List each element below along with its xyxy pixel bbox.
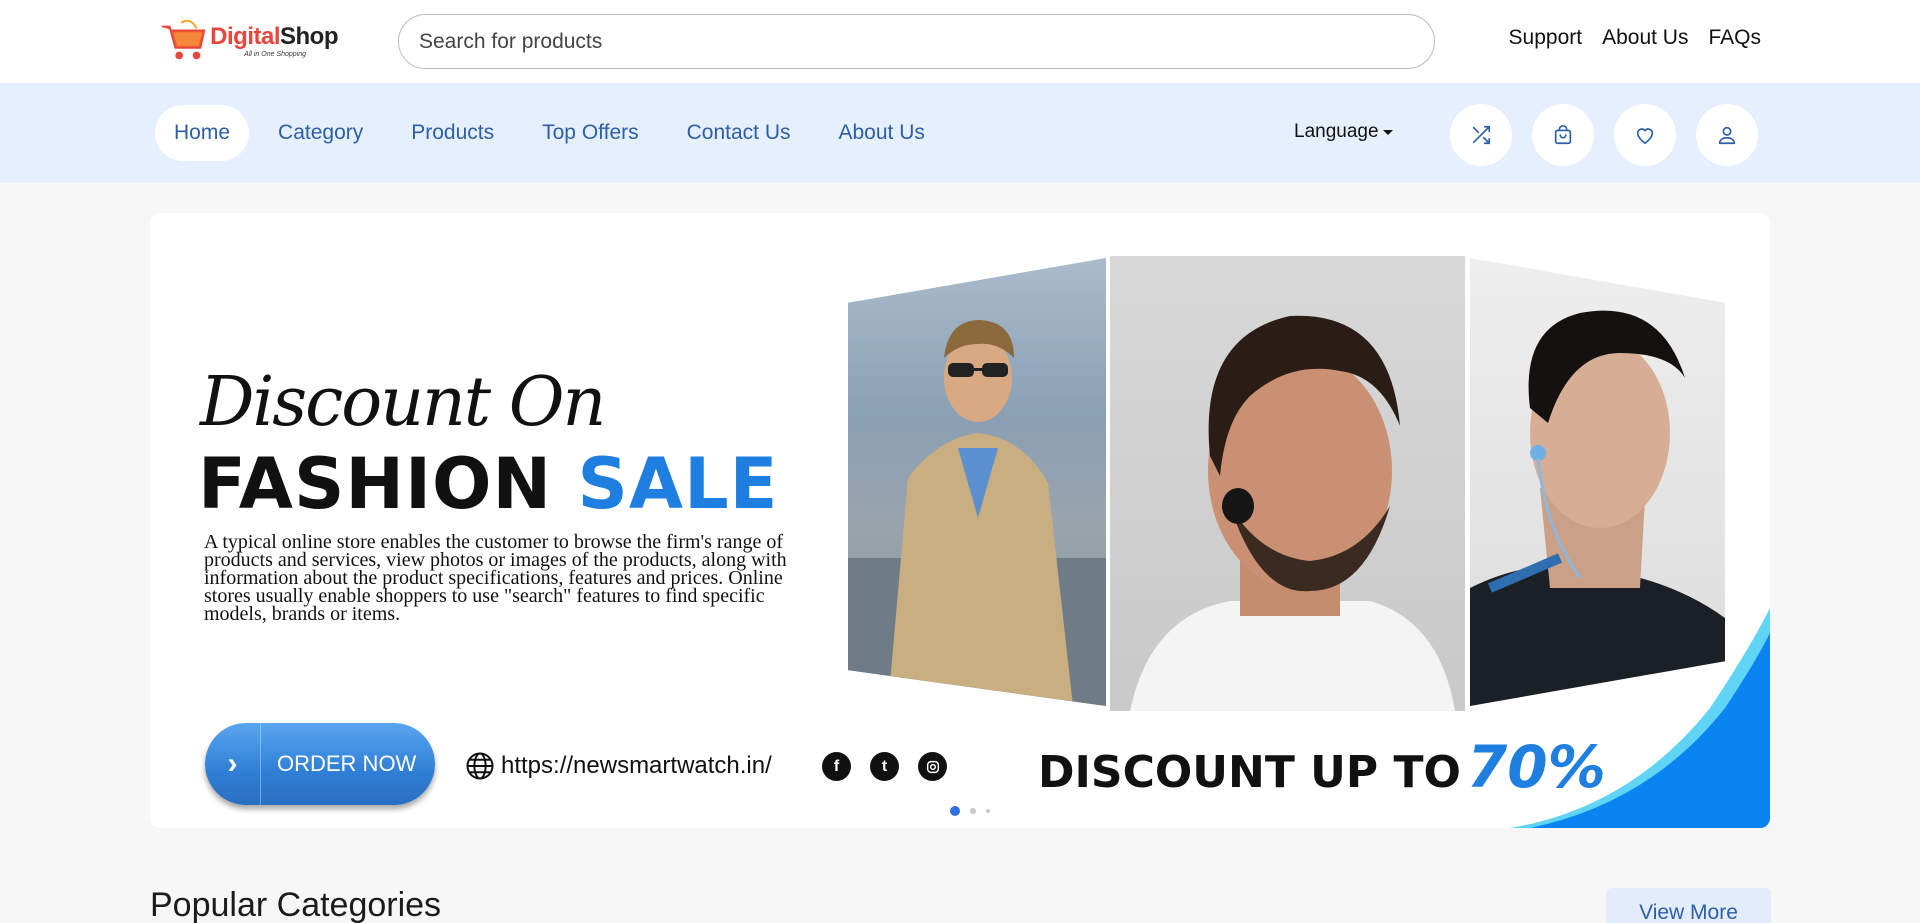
logo-brand-part2: Shop xyxy=(280,22,339,50)
globe-icon xyxy=(466,752,494,780)
banner-headline-part1: FASHION xyxy=(198,443,553,525)
top-header: DigitalShop All in One Shopping Support … xyxy=(0,0,1920,83)
main-navbar: Home Category Products Top Offers Contac… xyxy=(0,83,1920,183)
nav-item-contact-us[interactable]: Contact Us xyxy=(668,105,810,161)
faqs-link[interactable]: FAQs xyxy=(1708,26,1761,50)
top-links: Support About Us FAQs xyxy=(1509,26,1761,50)
heart-icon xyxy=(1636,128,1654,145)
banner-url: https://newsmartwatch.in/ xyxy=(465,751,772,781)
cart-button[interactable] xyxy=(1532,104,1594,166)
instagram-icon xyxy=(918,752,947,781)
banner-discount-text: DISCOUNT UP TO xyxy=(1038,747,1461,798)
nav-item-products[interactable]: Products xyxy=(392,105,513,161)
hero-banner[interactable]: Discount On FASHION SALE A typical onlin… xyxy=(150,213,1770,828)
nav-item-home[interactable]: Home xyxy=(155,105,250,161)
search-input[interactable] xyxy=(419,29,1434,54)
banner-script-text: Discount On xyxy=(200,363,606,442)
shuffle-icon xyxy=(1472,125,1491,145)
support-link[interactable]: Support xyxy=(1509,26,1583,50)
banner-url-text: https://newsmartwatch.in/ xyxy=(501,752,772,779)
banner-photo-smiling-man xyxy=(1110,256,1465,711)
order-now-button[interactable]: › ORDER NOW xyxy=(205,723,435,805)
language-label: Language xyxy=(1294,121,1379,142)
nav-links: Home Category Products Top Offers Contac… xyxy=(155,105,954,161)
user-icon xyxy=(1718,126,1736,145)
nav-icon-buttons xyxy=(1450,104,1758,166)
site-logo[interactable]: DigitalShop All in One Shopping xyxy=(158,17,339,65)
compare-button[interactable] xyxy=(1450,104,1512,166)
facebook-icon: f xyxy=(822,752,851,781)
banner-headline-part2: SALE xyxy=(577,443,779,525)
nav-item-category[interactable]: Category xyxy=(259,105,382,161)
view-more-button[interactable]: View More xyxy=(1606,888,1771,923)
language-dropdown[interactable]: Language xyxy=(1294,121,1393,143)
carousel-dot-3[interactable] xyxy=(986,809,990,813)
search-bar[interactable] xyxy=(398,14,1435,69)
logo-brand-part1: Digital xyxy=(210,22,280,50)
banner-social-icons: f t xyxy=(822,752,947,781)
banner-photo-man-in-suit xyxy=(848,258,1106,706)
chevron-right-icon: › xyxy=(205,723,261,805)
banner-blue-curve-decoration xyxy=(1510,608,1770,828)
carousel-dot-1[interactable] xyxy=(950,806,960,816)
twitter-icon: t xyxy=(870,752,899,781)
about-us-link[interactable]: About Us xyxy=(1602,26,1688,50)
popular-categories-title: Popular Categories xyxy=(150,886,442,923)
account-button[interactable] xyxy=(1696,104,1758,166)
banner-headline: FASHION SALE xyxy=(198,443,779,525)
order-now-label: ORDER NOW xyxy=(277,751,417,776)
nav-item-about-us[interactable]: About Us xyxy=(820,105,944,161)
carousel-dot-2[interactable] xyxy=(970,808,976,814)
caret-down-icon xyxy=(1382,129,1393,135)
wishlist-button[interactable] xyxy=(1614,104,1676,166)
carousel-indicators xyxy=(950,806,990,816)
cart-logo-icon xyxy=(161,19,206,60)
nav-item-top-offers[interactable]: Top Offers xyxy=(523,105,658,161)
shopping-bag-icon xyxy=(1554,125,1572,145)
logo-tagline: All in One Shopping xyxy=(244,50,307,58)
banner-description: A typical online store enables the custo… xyxy=(204,531,787,625)
